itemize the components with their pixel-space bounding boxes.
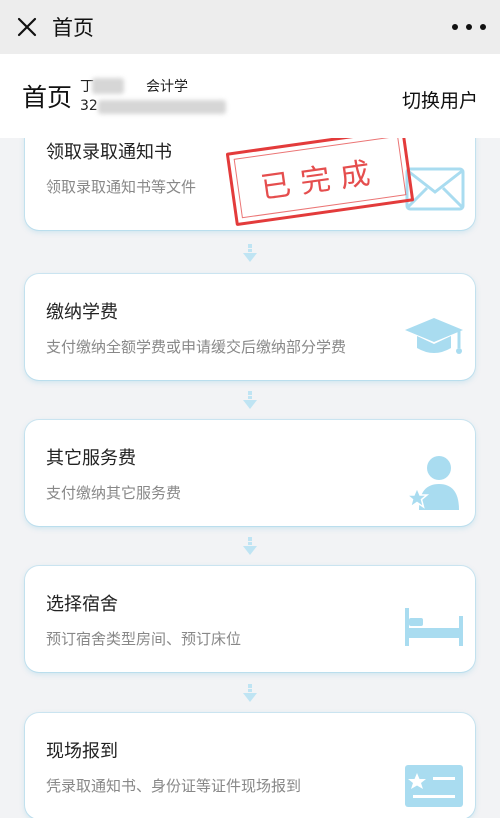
step-card-tuition[interactable]: 缴纳学费 支付缴纳全额学费或申请缓交后缴纳部分学费 bbox=[25, 274, 475, 380]
page-title: 首页 bbox=[22, 83, 73, 112]
redacted-id bbox=[98, 100, 226, 114]
card-desc: 支付缴纳全额学费或申请缓交后缴纳部分学费 bbox=[46, 338, 347, 356]
close-icon[interactable] bbox=[12, 12, 42, 42]
id-card-icon bbox=[403, 761, 465, 813]
user-star-icon bbox=[404, 450, 465, 516]
step-card-service-fee[interactable]: 其它服务费 支付缴纳其它服务费 bbox=[25, 420, 475, 526]
card-title: 选择宿舍 bbox=[46, 594, 118, 615]
card-title: 领取录取通知书 bbox=[46, 142, 172, 163]
step-card-dormitory[interactable]: 选择宿舍 预订宿舍类型房间、预订床位 bbox=[25, 566, 475, 672]
stamp-text: 已完成 bbox=[258, 154, 383, 207]
card-desc: 凭录取通知书、身份证等证件现场报到 bbox=[46, 777, 302, 795]
more-icon[interactable] bbox=[452, 12, 486, 42]
card-title: 其它服务费 bbox=[46, 448, 136, 469]
card-desc: 支付缴纳其它服务费 bbox=[46, 484, 182, 502]
redacted-name bbox=[92, 78, 124, 94]
card-desc: 预订宿舍类型房间、预订床位 bbox=[46, 630, 242, 648]
user-header: 首页 丁 会计学 32 切换用户 bbox=[0, 54, 500, 138]
down-arrow-icon bbox=[242, 537, 258, 557]
steps-list: 领取录取通知书 领取录取通知书等文件 缴纳学费 支付缴纳全额学费或申请缓交后缴纳… bbox=[0, 138, 500, 818]
down-arrow-icon bbox=[242, 684, 258, 704]
envelope-icon bbox=[405, 166, 465, 216]
card-desc: 领取录取通知书等文件 bbox=[46, 178, 197, 196]
bed-icon bbox=[403, 606, 465, 652]
step-card-onsite-checkin[interactable]: 现场报到 凭录取通知书、身份证等证件现场报到 bbox=[25, 713, 475, 818]
card-title: 缴纳学费 bbox=[46, 302, 118, 323]
user-major: 会计学 bbox=[146, 79, 188, 95]
down-arrow-icon bbox=[242, 244, 258, 264]
down-arrow-icon bbox=[242, 391, 258, 411]
user-id: 32 bbox=[80, 98, 98, 114]
graduation-cap-icon bbox=[403, 314, 465, 364]
card-title: 现场报到 bbox=[46, 741, 118, 762]
switch-user-button[interactable]: 切换用户 bbox=[402, 86, 478, 113]
nav-bar: 首页 bbox=[0, 0, 500, 54]
nav-title: 首页 bbox=[52, 16, 94, 40]
